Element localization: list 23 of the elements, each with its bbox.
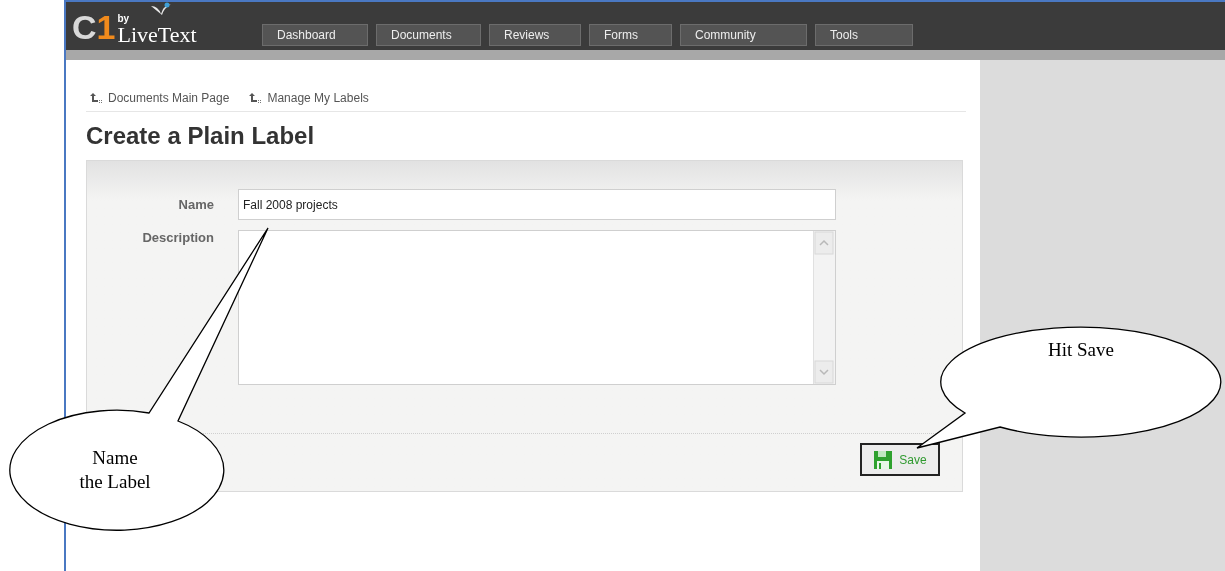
breadcrumb-link[interactable]: Manage My Labels [249,88,369,111]
callout-text: Hit Save [1048,338,1114,362]
callout-text: Name [92,446,138,470]
nav-tab[interactable]: Forms [589,24,672,46]
nav-tab[interactable]: Documents [376,24,481,46]
callout-text: the Label [79,470,151,494]
scroll-down-icon[interactable] [814,360,834,384]
scrollbar[interactable] [813,231,835,384]
description-field[interactable] [238,230,836,385]
nav-tab[interactable]: Tools [815,24,913,46]
nav-tab[interactable]: Community [680,24,807,46]
logo-swoosh-icon [150,2,172,16]
logo-mark: C1 [72,10,116,44]
field-label: Description [141,229,214,247]
nav-tab[interactable]: Reviews [489,24,581,46]
nav-tab[interactable]: Dashboard [262,24,368,46]
logo-by-text: by [117,14,131,24]
name-input[interactable]: Fall 2008 projects [238,189,836,220]
breadcrumb-link[interactable]: Documents Main Page [90,88,230,111]
logo-name: LiveText [117,24,197,46]
scroll-up-icon[interactable] [814,231,834,255]
field-label: Name [177,196,214,214]
page-heading: Create a Plain Label [86,124,316,148]
